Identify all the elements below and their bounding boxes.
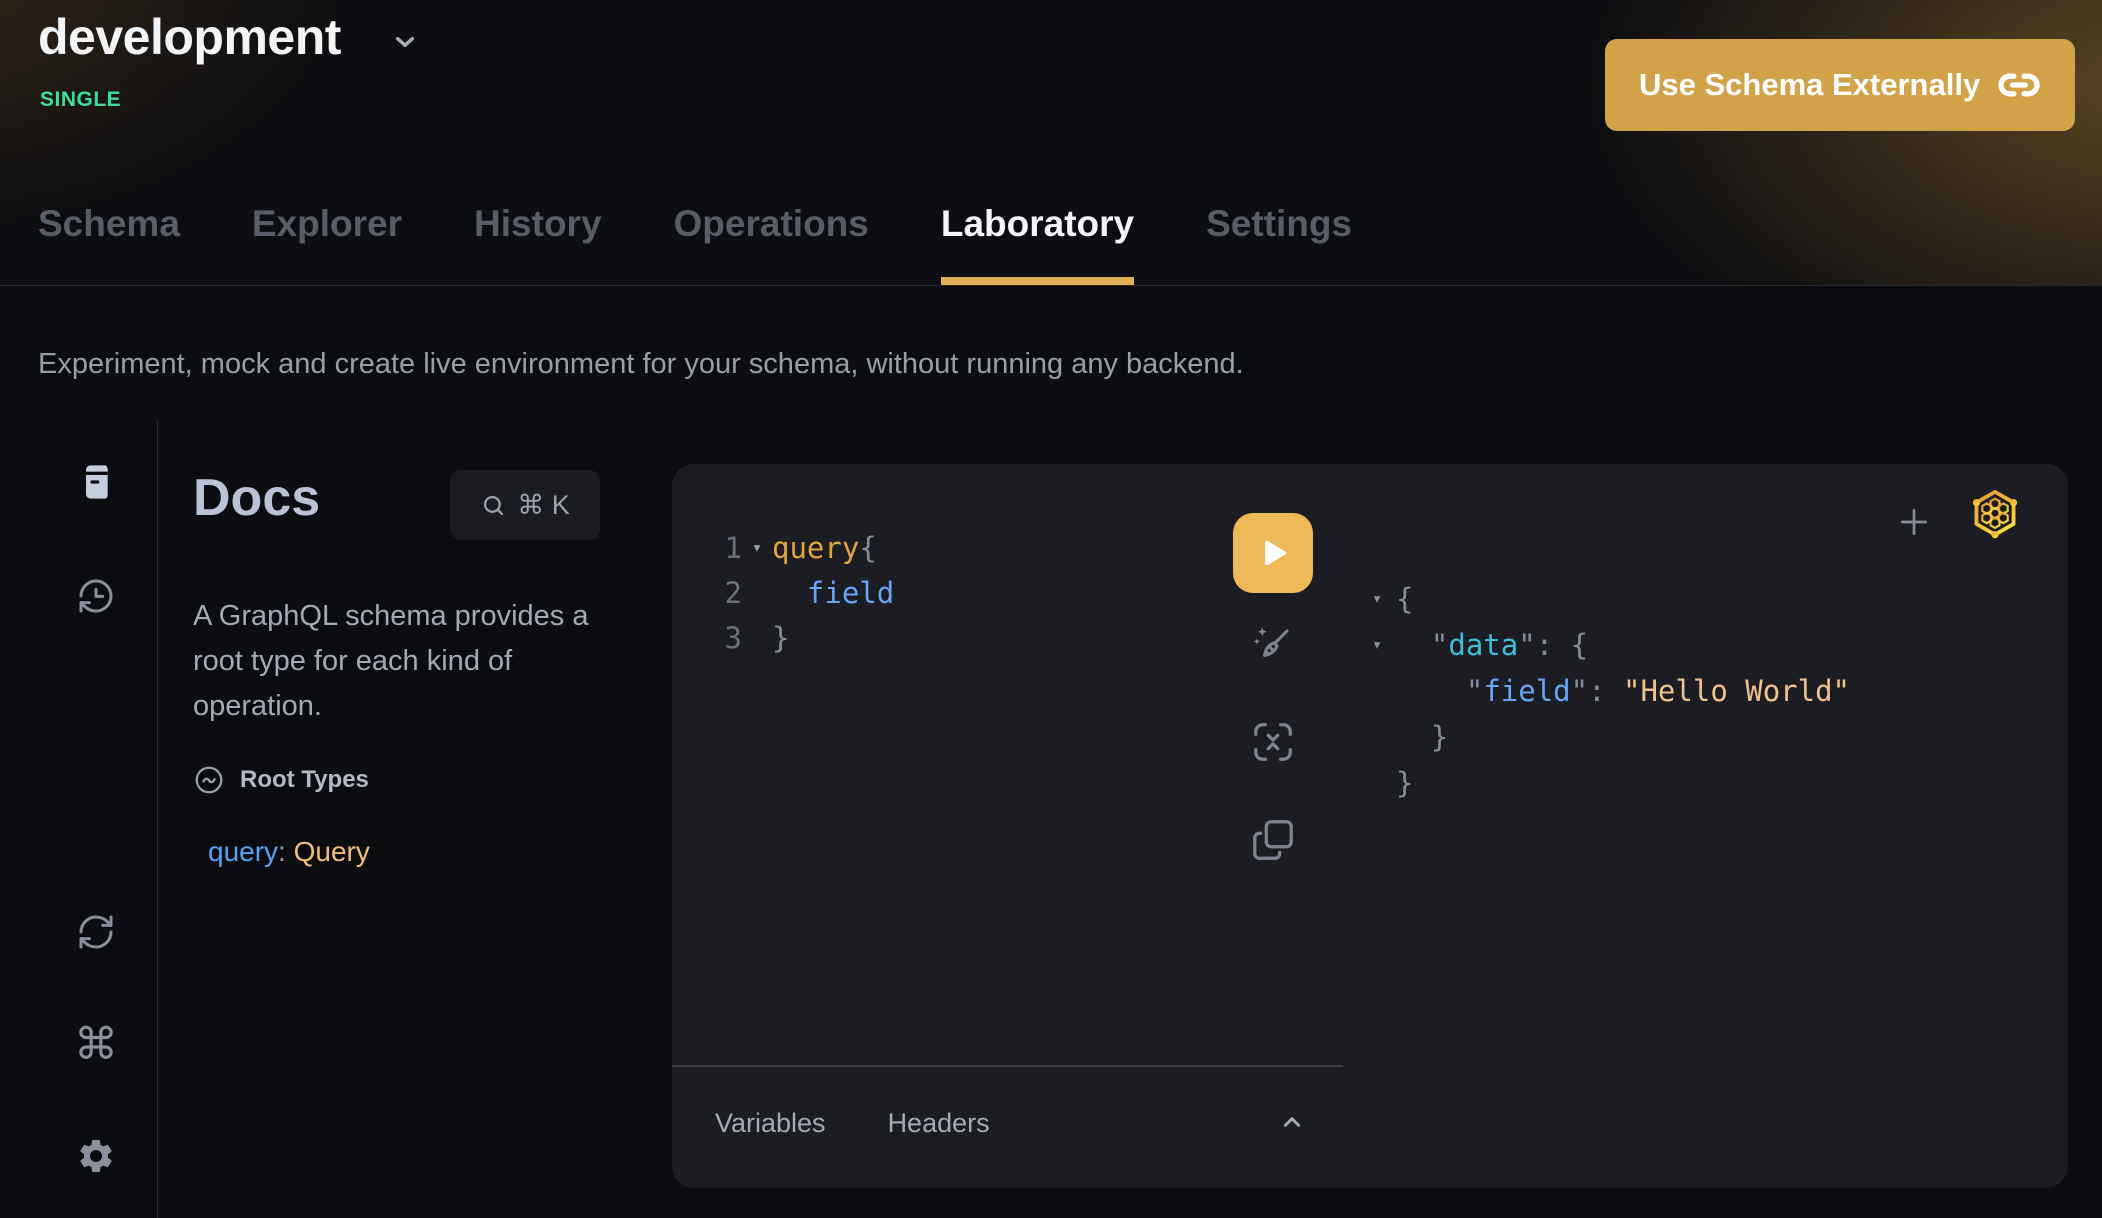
prettify-broom-icon [1250,622,1296,668]
page-description: Experiment, mock and create live environ… [38,348,1244,381]
response-line: } [1372,760,1850,806]
root-type-type-link[interactable]: Query [294,836,370,867]
response-text: } [1396,760,1413,806]
fold-marker[interactable]: ▾ [1372,622,1396,668]
sidebar-docs-button[interactable] [68,454,124,510]
response-line: ▾ "data": { [1372,622,1850,668]
root-type-separator: : [278,836,294,867]
target-title[interactable]: development [38,8,341,66]
response-text: "data": { [1396,622,1588,668]
tab-settings[interactable]: Settings [1206,203,1352,285]
code-line: 1▾query{ [718,526,1218,571]
merge-fragments-button[interactable] [1249,718,1297,766]
sidebar-shortcuts-button[interactable]: ⌘ [68,1016,124,1072]
sidebar-history-button[interactable] [68,568,124,624]
root-types-icon [193,764,225,796]
code-line: 2 field [718,571,1218,616]
copy-icon [1250,817,1296,863]
graphiql-panel: 1▾query{ 2 field 3} [672,464,2068,1188]
tab-history[interactable]: History [474,203,601,285]
fold-marker[interactable]: ▾ [1372,576,1396,622]
code-text: } [772,616,789,661]
search-shortcut-label: ⌘ K [517,490,570,521]
fold-marker [742,616,772,661]
tab-variables[interactable]: Variables [715,1108,826,1139]
sidebar-settings-button[interactable] [68,1128,124,1184]
docs-description: A GraphQL schema provides a root type fo… [193,594,623,729]
code-line: 3} [718,616,1218,661]
prettify-query-button[interactable] [1249,621,1297,669]
gear-icon [76,1136,116,1176]
hive-logo-icon[interactable] [1968,484,2022,544]
editor-footer-tabs: Variables Headers [715,1108,990,1139]
response-text: "field": "Hello World" [1396,668,1850,714]
target-selector[interactable]: development [38,8,421,66]
chevron-up-icon [1276,1106,1308,1138]
book-icon [76,462,116,502]
use-schema-externally-label: Use Schema Externally [1639,67,1980,103]
root-type-query: query: Query [208,836,370,868]
search-icon [480,492,507,519]
response-text: } [1396,714,1448,760]
response-text: { [1396,576,1413,622]
code-text: field [772,571,894,616]
fold-marker [1372,714,1396,760]
fold-marker [1372,668,1396,714]
add-tab-button[interactable] [1890,498,1938,546]
fold-marker [742,571,772,616]
collapse-footer-button[interactable] [1272,1102,1312,1142]
root-type-field-link[interactable]: query [208,836,278,867]
page-header: development SINGLE Use Schema Externally… [0,0,2102,286]
merge-icon [1250,719,1296,765]
history-icon [76,576,116,616]
sidebar-divider [157,420,158,1218]
line-number: 2 [718,571,742,616]
docs-search-button[interactable]: ⌘ K [450,470,600,540]
execute-query-button[interactable] [1233,513,1313,593]
tab-laboratory[interactable]: Laboratory [941,203,1134,285]
response-line: "field": "Hello World" [1372,668,1850,714]
line-number: 3 [718,616,742,661]
use-schema-externally-button[interactable]: Use Schema Externally [1605,39,2075,131]
refresh-icon [76,912,116,952]
tab-operations[interactable]: Operations [674,203,869,285]
tab-headers[interactable]: Headers [888,1108,990,1139]
root-types-heading: Root Types [240,766,369,794]
editor-footer-divider [672,1065,1343,1067]
laboratory-page: development SINGLE Use Schema Externally… [0,0,2102,1218]
link-icon [1997,63,2041,107]
command-icon: ⌘ [74,1019,118,1070]
tab-explorer[interactable]: Explorer [252,203,402,285]
tab-schema[interactable]: Schema [38,203,180,285]
line-number: 1 [718,526,742,571]
code-text: query{ [772,526,877,571]
docs-panel-title: Docs [193,468,320,528]
response-line: } [1372,714,1850,760]
query-editor[interactable]: 1▾query{ 2 field 3} [718,526,1218,661]
copy-query-button[interactable] [1249,816,1297,864]
page-tabs: Schema Explorer History Operations Labor… [38,203,1352,285]
plus-icon [1894,502,1934,542]
fold-marker[interactable]: ▾ [742,526,772,571]
fold-marker [1372,760,1396,806]
environment-badge: SINGLE [40,88,121,112]
response-line: ▾{ [1372,576,1850,622]
sidebar-refresh-button[interactable] [68,904,124,960]
chevron-down-icon[interactable] [389,26,421,58]
root-types-section: Root Types [193,764,369,796]
response-viewer: ▾{ ▾ "data": { "field": "Hello World" } … [1372,576,1850,806]
play-icon [1252,532,1294,574]
